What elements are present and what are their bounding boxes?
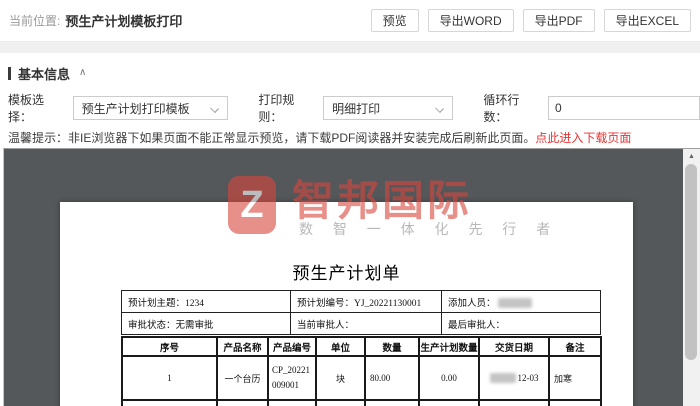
cell-plan-qty: 0.00 xyxy=(418,355,480,401)
col-unit: 单位 xyxy=(315,336,366,357)
section-accent-bar xyxy=(8,66,11,80)
col-plan-qty: 生产计划数量 xyxy=(418,336,480,357)
scrollbar-thumb[interactable] xyxy=(685,164,697,360)
cell-delivery-date: 12-03 xyxy=(478,355,550,401)
rule-select-value: 明细打印 xyxy=(332,101,381,116)
table-row: 审批状态：无需审批 当前审批人： 最后审批人： xyxy=(121,312,601,335)
chevron-down-icon xyxy=(211,104,219,112)
last-approver-cell: 最后审批人： xyxy=(441,312,601,335)
table-row: 预计划主题：1234 预计划编号：YJ_20221130001 添加人员： xyxy=(121,290,601,313)
divider-strip xyxy=(0,42,700,53)
location-label: 当前位置: xyxy=(9,14,61,28)
document-page: 预生产计划单 预计划主题：1234 预计划编号：YJ_20221130001 添… xyxy=(60,202,633,406)
plan-subject-cell: 预计划主题：1234 xyxy=(121,290,291,313)
loop-rows-input[interactable] xyxy=(548,96,700,120)
col-delivery-date: 交货日期 xyxy=(478,336,550,357)
top-bar: 当前位置: 预生产计划模板打印 预览 导出WORD 导出PDF 导出EXCEL xyxy=(0,0,700,42)
approval-status-cell: 审批状态：无需审批 xyxy=(121,312,291,335)
cell-seq: 1 xyxy=(121,355,218,401)
action-buttons: 预览 导出WORD 导出PDF 导出EXCEL xyxy=(370,9,691,32)
section-title: 基本信息 xyxy=(18,66,71,82)
print-rule-select[interactable]: 明细打印 xyxy=(323,96,454,120)
detail-header-row: 序号 产品名称 产品编号 单位 数量 生产计划数量 交货日期 备注 xyxy=(121,336,602,357)
pdf-preview-viewer: 预生产计划单 预计划主题：1234 预计划编号：YJ_20221130001 添… xyxy=(3,148,700,406)
export-word-button[interactable]: 导出WORD xyxy=(427,9,514,32)
plan-info-table: 预计划主题：1234 预计划编号：YJ_20221130001 添加人员： 审批… xyxy=(121,290,601,335)
col-product-code: 产品编号 xyxy=(267,336,317,357)
cell-product-code: CP_20221009001 xyxy=(267,355,317,401)
template-select[interactable]: 预生产计划打印模板 xyxy=(72,96,229,120)
viewer-scrollbar[interactable]: ▲ xyxy=(683,149,700,406)
col-product-name: 产品名称 xyxy=(216,336,269,357)
document-title: 预生产计划单 xyxy=(292,264,401,283)
plan-detail-table: 序号 产品名称 产品编号 单位 数量 生产计划数量 交货日期 备注 1 一个台历… xyxy=(121,336,602,406)
browser-notice: 温馨提示：非IE浏览器下如果页面不能正常显示预览，请下载PDF阅读器并安装完成后… xyxy=(8,129,700,145)
plan-number-cell: 预计划编号：YJ_20221130001 xyxy=(290,290,442,313)
table-row: 1 一个台历 CP_20221009001 块 80.00 0.00 12-03… xyxy=(121,355,602,401)
current-approver-cell: 当前审批人： xyxy=(290,312,442,335)
col-qty: 数量 xyxy=(364,336,420,357)
print-options-row: 模板选择： 预生产计划打印模板 打印规则： 明细打印 循环行数： xyxy=(8,93,700,124)
col-note: 备注 xyxy=(548,336,602,357)
cell-product-name: 一个台历 xyxy=(216,355,269,401)
added-by-cell: 添加人员： xyxy=(441,290,601,313)
triangle-up-icon[interactable]: ▲ xyxy=(683,149,700,164)
cell-note: 加寒 xyxy=(548,355,602,401)
template-select-label: 模板选择： xyxy=(8,93,45,124)
rule-select-label: 打印规则： xyxy=(258,93,295,124)
export-pdf-button[interactable]: 导出PDF xyxy=(522,9,595,32)
preview-button[interactable]: 预览 xyxy=(370,9,419,32)
col-seq: 序号 xyxy=(121,336,218,357)
download-page-link[interactable]: 点此进入下载页面 xyxy=(535,131,631,145)
breadcrumb: 当前位置: 预生产计划模板打印 xyxy=(9,11,182,30)
table-row-partial xyxy=(121,399,602,406)
template-select-value: 预生产计划打印模板 xyxy=(81,101,190,116)
chevron-up-icon[interactable]: ∧ xyxy=(79,68,86,78)
loop-rows-label: 循环行数： xyxy=(483,93,520,124)
redacted-person-value xyxy=(497,298,532,309)
export-excel-button[interactable]: 导出EXCEL xyxy=(603,9,691,32)
page-title: 预生产计划模板打印 xyxy=(65,14,183,29)
cell-qty: 80.00 xyxy=(364,355,420,401)
redacted-date-prefix xyxy=(489,373,516,384)
notice-text: 温馨提示：非IE浏览器下如果页面不能正常显示预览，请下载PDF阅读器并安装完成后… xyxy=(8,131,536,145)
basic-info-section-header[interactable]: 基本信息 ∧ xyxy=(8,65,700,82)
cell-unit: 块 xyxy=(315,355,366,401)
chevron-down-icon xyxy=(436,104,444,112)
